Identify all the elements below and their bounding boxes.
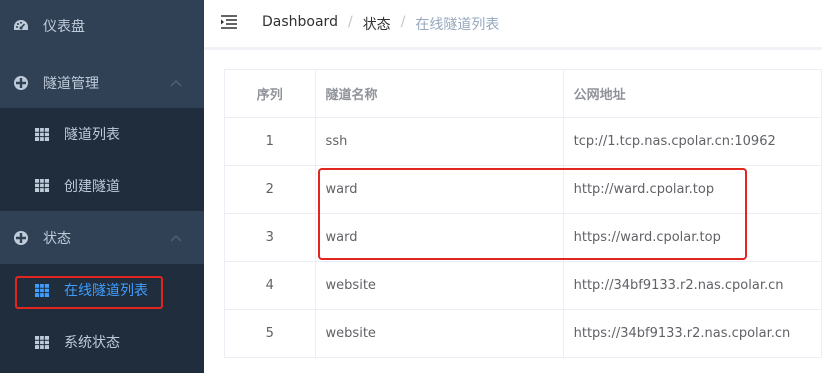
sidebar-item-label: 创建隧道: [64, 178, 120, 195]
cell-name: website: [314, 261, 564, 310]
sidebar-item-tunnel-list[interactable]: 隧道列表: [0, 108, 204, 160]
breadcrumb: Dashboard / 状态 / 在线隧道列表: [262, 14, 499, 34]
grid-icon: [34, 126, 50, 142]
status-icon: [13, 230, 29, 246]
column-header-url: 公网地址: [562, 69, 822, 118]
highlight-box: [15, 276, 163, 309]
highlight-box: [318, 168, 747, 260]
table-row: 1 ssh tcp://1.tcp.nas.cpolar.cn:10962: [224, 117, 822, 166]
submenu-edge: [0, 368, 204, 373]
cell-seq: 4: [224, 261, 316, 310]
sidebar-item-status[interactable]: 状态: [0, 211, 204, 264]
sidebar-item-tunnel-manage[interactable]: 隧道管理: [0, 57, 204, 108]
column-header-seq: 序列: [224, 69, 316, 118]
cell-name: ssh: [314, 117, 564, 166]
cell-seq: 3: [224, 213, 316, 262]
top-navbar: Dashboard / 状态 / 在线隧道列表: [204, 0, 822, 47]
sidebar: 仪表盘 隧道管理 隧道列表 创建隧道 状态 在线隧道列表 系统状态: [0, 0, 204, 373]
breadcrumb-separator: /: [347, 14, 353, 30]
dashboard-icon: [13, 18, 29, 34]
cell-seq: 5: [224, 309, 316, 358]
chevron-up-icon: [170, 79, 182, 86]
sidebar-item-label: 隧道列表: [64, 127, 120, 143]
grid-icon: [34, 178, 50, 194]
chevron-up-icon: [170, 234, 182, 241]
cell-url[interactable]: https://34bf9133.r2.nas.cpolar.cn: [562, 309, 822, 358]
table-row: 5 website https://34bf9133.r2.nas.cpolar…: [224, 309, 822, 358]
tunnel-manage-icon: [13, 75, 29, 91]
table-row: 4 website http://34bf9133.r2.nas.cpolar.…: [224, 261, 822, 310]
breadcrumb-status[interactable]: 状态: [363, 14, 391, 34]
sidebar-item-label: 仪表盘: [43, 19, 85, 35]
sidebar-item-label: 状态: [43, 230, 71, 247]
sidebar-item-create-tunnel[interactable]: 创建隧道: [0, 160, 204, 211]
sidebar-item-dashboard[interactable]: 仪表盘: [0, 0, 204, 52]
column-header-name: 隧道名称: [314, 69, 564, 118]
table-header-row: 序列 隧道名称 公网地址: [224, 69, 822, 118]
cell-url[interactable]: http://34bf9133.r2.nas.cpolar.cn: [562, 261, 822, 310]
cell-url[interactable]: tcp://1.tcp.nas.cpolar.cn:10962: [562, 117, 822, 166]
cell-name: website: [314, 309, 564, 358]
hamburger-icon[interactable]: [221, 14, 237, 30]
breadcrumb-dashboard[interactable]: Dashboard: [262, 14, 338, 34]
grid-icon: [34, 334, 50, 350]
breadcrumb-separator: /: [400, 14, 406, 30]
breadcrumb-current: 在线隧道列表: [415, 17, 500, 33]
cell-seq: 2: [224, 165, 316, 214]
sidebar-item-label: 隧道管理: [43, 75, 99, 92]
sidebar-item-system-status[interactable]: 系统状态: [0, 316, 204, 368]
cell-seq: 1: [224, 117, 316, 166]
sidebar-item-label: 系统状态: [64, 335, 120, 351]
